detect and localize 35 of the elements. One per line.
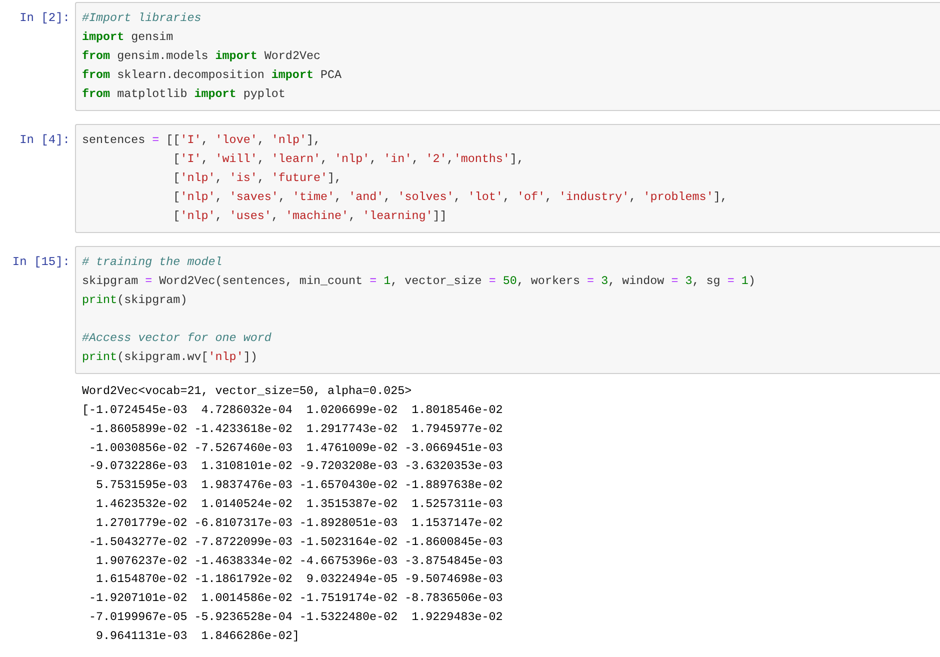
- code-line: skipgram = Word2Vec(sentences, min_count = 1, vector_size = 50, workers = 3, window = 3, sg = 1): [82, 273, 756, 290]
- code-editor[interactable]: #Import libraries import gensim from gensim.models import Word2Vec from sklearn.decomposition import PCA from matplotlib import pyplot: [75, 2, 940, 111]
- code-line: print(skipgram.wv['nlp']): [82, 349, 258, 366]
- code-line: # training the model: [82, 254, 222, 271]
- output-line: 9.9641131e-03 1.8466286e-02]: [95, 628, 300, 645]
- output-line: -7.0199967e-05 -5.9236528e-04 -1.5322480e-02 1.9229483e-02: [88, 609, 503, 626]
- code-line: from gensim.models import Word2Vec: [82, 48, 320, 65]
- code-line: ['I', 'will', 'learn', 'nlp', 'in', '2','months'],: [172, 151, 524, 168]
- code-editor[interactable]: [75, 124, 940, 233]
- output-line: -9.0732286e-03 1.3108101e-02 -9.7203208e-03 -3.6320353e-03: [88, 458, 503, 476]
- output-line: [-1.0724545e-03 4.7286032e-04 1.0206699e-02 1.8018546e-02: [82, 402, 503, 419]
- cell-prompt: In [2]:: [18, 10, 71, 27]
- code-line: from sklearn.decomposition import PCA: [82, 67, 342, 84]
- cell-prompt: In [15]:: [11, 254, 71, 271]
- output-line: 1.4623532e-02 1.0140524e-02 1.3515387e-02 1.5257311e-03: [95, 496, 503, 514]
- code-editor[interactable]: # training the model skipgram = Word2Vec(sentences, min_count = 1, vector_size = 50, workers = 3, window = 3, sg = 1) print(skipgram) #Access vector for one word print(skipgram.wv['nlp']): [75, 246, 940, 374]
- code-line: import gensim: [82, 29, 174, 46]
- code-line: ['nlp', 'is', 'future'],: [172, 170, 342, 187]
- output-line: 1.6154870e-02 -1.1861792e-02 9.0322494e-05 -9.5074698e-03: [95, 571, 503, 588]
- code-line: ['nlp', 'saves', 'time', 'and', 'solves', 'lot', 'of', 'industry', 'problems'],: [172, 189, 728, 206]
- code-line: sentences = [['I', 'love', 'nlp'],: [82, 132, 321, 149]
- cell-prompt: In [4]:: [18, 132, 71, 149]
- code-line: print(skipgram): [82, 292, 188, 309]
- output-line: -1.9207101e-02 1.0014586e-02 -1.7519174e-02 -8.7836506e-03: [88, 590, 503, 608]
- output-line: 1.9076237e-02 -1.4638334e-02 -4.6675396e-03 -3.8754845e-03: [95, 552, 503, 570]
- code-line: ['nlp', 'uses', 'machine', 'learning']]: [172, 208, 447, 225]
- output-line: 5.7531595e-03 1.9837476e-03 -1.6570430e-02 -1.8897638e-02: [95, 477, 503, 494]
- code-line: #Import libraries: [82, 10, 202, 27]
- output-line: -1.0030856e-02 -7.5267460e-03 1.4761009e-02 -3.0669451e-03: [88, 440, 503, 457]
- output-line: -1.5043277e-02 -7.8722099e-03 -1.5023164e-02 -1.8600845e-03: [88, 534, 503, 551]
- code-line: #Access vector for one word: [82, 330, 272, 347]
- output-line: -1.8605899e-02 -1.4233618e-02 1.2917743e-02 1.7945977e-02: [88, 420, 503, 438]
- code-line: from matplotlib import pyplot: [82, 86, 286, 103]
- output-line: Word2Vec<vocab=21, vector_size=50, alpha=0.025>: [82, 383, 412, 400]
- output-line: 1.2701779e-02 -6.8107317e-03 -1.8928051e-03 1.1537147e-02: [95, 514, 503, 532]
